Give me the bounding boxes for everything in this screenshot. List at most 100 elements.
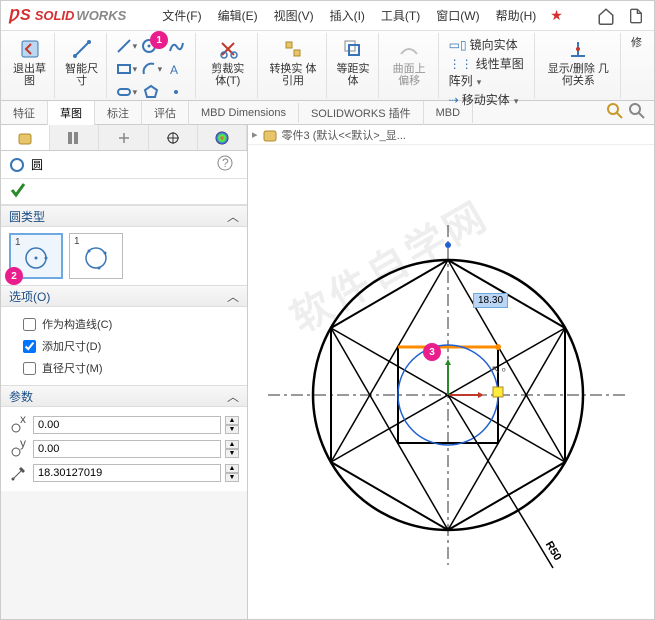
offset-icon [341, 37, 365, 61]
chevron-up-icon: ︿ [227, 208, 239, 225]
panel-header: 圆 ? [1, 151, 247, 179]
cy-input[interactable] [33, 440, 221, 458]
line-tool[interactable]: ▾ [115, 35, 137, 57]
linear-pattern-button[interactable]: ⋮⋮ 线性草图阵列 ▾ [447, 54, 528, 90]
chevron-up-icon: ︿ [227, 388, 239, 405]
spline-tool[interactable] [165, 35, 187, 57]
tab-evaluate[interactable]: 评估 [142, 101, 189, 125]
diameter-checkbox[interactable] [23, 362, 36, 375]
ribbon: 退出草 图 智能尺 寸 ▾ ▾1 ▾ ▾ A ▾ 剪裁实 体(T) 转换实 体引 [1, 31, 654, 101]
smart-dimension-label: 智能尺 寸 [65, 63, 98, 87]
circle-type-perimeter[interactable]: 1 [69, 233, 123, 279]
move-button[interactable]: ⇢ 移动实体 ▾ [447, 90, 521, 109]
tab-annotate[interactable]: 标注 [95, 101, 142, 125]
panel-tab-appearance[interactable] [198, 125, 247, 150]
property-panel: 圆 ? 圆类型 ︿ 1 2 1 [1, 125, 248, 619]
surface-offset-label: 曲面上 偏移 [389, 63, 430, 87]
trim-button[interactable]: 剪裁实 体(T) [204, 35, 251, 89]
menu-insert[interactable]: 插入(I) [324, 5, 371, 26]
repair-label: 修 [631, 37, 642, 49]
diameter-label: 直径尺寸(M) [42, 360, 103, 376]
panel-tab-feature[interactable] [1, 125, 50, 150]
annotation-2: 2 [5, 267, 23, 285]
relations-label: 显示/删除 几何关系 [545, 63, 612, 87]
exit-sketch-label: 退出草 图 [13, 63, 46, 87]
section-parameters: 参数 ︿ x ▲▼ y ▲▼ ▲▼ [1, 385, 247, 491]
new-file-icon[interactable] [626, 6, 646, 26]
radius-spinner[interactable]: ▲▼ [225, 464, 239, 482]
text-tool[interactable]: A [165, 58, 187, 80]
offset-label: 等距实 体 [337, 63, 370, 87]
cy-spinner[interactable]: ▲▼ [225, 440, 239, 458]
convert-label: 转换实 体引用 [268, 63, 317, 87]
section-params-header[interactable]: 参数 ︿ [1, 385, 247, 407]
arc-tool[interactable]: ▾ [140, 58, 162, 80]
tab-sketch[interactable]: 草图 [48, 101, 95, 125]
smart-dimension-button[interactable]: 智能尺 寸 [63, 35, 100, 89]
exit-sketch-button[interactable]: 退出草 图 [11, 35, 48, 89]
construction-checkbox[interactable] [23, 318, 36, 331]
cy-icon: y [9, 439, 29, 459]
cx-icon: x [9, 415, 29, 435]
menu-help[interactable]: 帮助(H) [490, 5, 543, 26]
logo: ǷS SOLIDWORKS [9, 7, 126, 25]
option-add-dim: 添加尺寸(D) [9, 335, 239, 357]
confirm-check-icon[interactable] [9, 181, 27, 202]
relations-button[interactable]: 显示/删除 几何关系 [543, 35, 614, 89]
menu-tools[interactable]: 工具(T) [375, 5, 426, 26]
tab-features[interactable]: 特征 [1, 101, 48, 125]
surface-offset-button[interactable]: 曲面上 偏移 [387, 35, 432, 89]
option-diameter: 直径尺寸(M) [9, 357, 239, 379]
menu-file[interactable]: 文件(F) [156, 5, 207, 26]
slot-tool[interactable]: ▾ [115, 81, 137, 103]
tab-addins[interactable]: SOLIDWORKS 插件 [299, 101, 424, 125]
convert-button[interactable]: 转换实 体引用 [266, 35, 319, 89]
menubar: 文件(F) 编辑(E) 视图(V) 插入(I) 工具(T) 窗口(W) 帮助(H… [156, 5, 563, 26]
sketch-area[interactable]: 软件自学网 [248, 145, 654, 619]
ribbon-group-surface-offset: 曲面上 偏移 [381, 33, 439, 98]
tab-mbd-dim[interactable]: MBD Dimensions [189, 103, 299, 123]
menu-window[interactable]: 窗口(W) [430, 5, 485, 26]
part-icon [262, 127, 278, 143]
panel-tab-config[interactable] [50, 125, 99, 150]
home-icon[interactable] [596, 6, 616, 26]
svg-text:x: x [20, 416, 26, 426]
graphics-area[interactable]: ▸ 零件3 (默认<<默认>_显... 软件自学网 [248, 125, 654, 619]
cx-input[interactable] [33, 416, 221, 434]
surface-offset-icon [397, 37, 421, 61]
panel-tabs [1, 125, 247, 151]
relations-icon [566, 37, 590, 61]
add-dim-checkbox[interactable] [23, 340, 36, 353]
trim-label: 剪裁实 体(T) [206, 63, 249, 87]
titlebar: ǷS SOLIDWORKS 文件(F) 编辑(E) 视图(V) 插入(I) 工具… [1, 1, 654, 31]
panel-tab-origin[interactable] [149, 125, 198, 150]
cursor-coord-icon: ↖∘ [491, 363, 507, 376]
section-type-header[interactable]: 圆类型 ︿ [1, 205, 247, 227]
search-icon[interactable] [606, 102, 624, 123]
repair-button[interactable]: 修 [629, 35, 644, 51]
rectangle-tool[interactable]: ▾ [115, 58, 137, 80]
circle-type-center[interactable]: 1 2 [9, 233, 63, 279]
polygon-tool[interactable] [140, 81, 162, 103]
menu-view[interactable]: 视图(V) [268, 5, 320, 26]
offset-button[interactable]: 等距实 体 [335, 35, 372, 89]
logo-ds-icon: ǷS [9, 7, 31, 25]
ribbon-group-sketch: 退出草 图 [5, 33, 55, 98]
radius-input[interactable] [33, 464, 221, 482]
menu-edit[interactable]: 编辑(E) [212, 5, 264, 26]
point-tool[interactable] [165, 81, 187, 103]
ribbon-group-convert: 转换实 体引用 [260, 33, 326, 98]
menu-star-icon[interactable]: ★ [550, 7, 563, 24]
circle-tool[interactable]: ▾1 [140, 35, 162, 57]
expand-icon[interactable]: ▸ [252, 128, 258, 141]
cx-spinner[interactable]: ▲▼ [225, 416, 239, 434]
workspace: 圆 ? 圆类型 ︿ 1 2 1 [1, 125, 654, 619]
ribbon-group-draw: ▾ ▾1 ▾ ▾ A ▾ [109, 33, 196, 98]
help-icon[interactable]: ? [217, 155, 239, 174]
mirror-button[interactable]: ▭▯ 镜向实体 [447, 35, 520, 54]
section-circle-type: 圆类型 ︿ 1 2 1 [1, 205, 247, 285]
panel-title: 圆 [31, 156, 43, 173]
search-alt-icon[interactable] [628, 102, 646, 123]
panel-tab-display[interactable] [99, 125, 148, 150]
section-options-header[interactable]: 选项(O) ︿ [1, 285, 247, 307]
